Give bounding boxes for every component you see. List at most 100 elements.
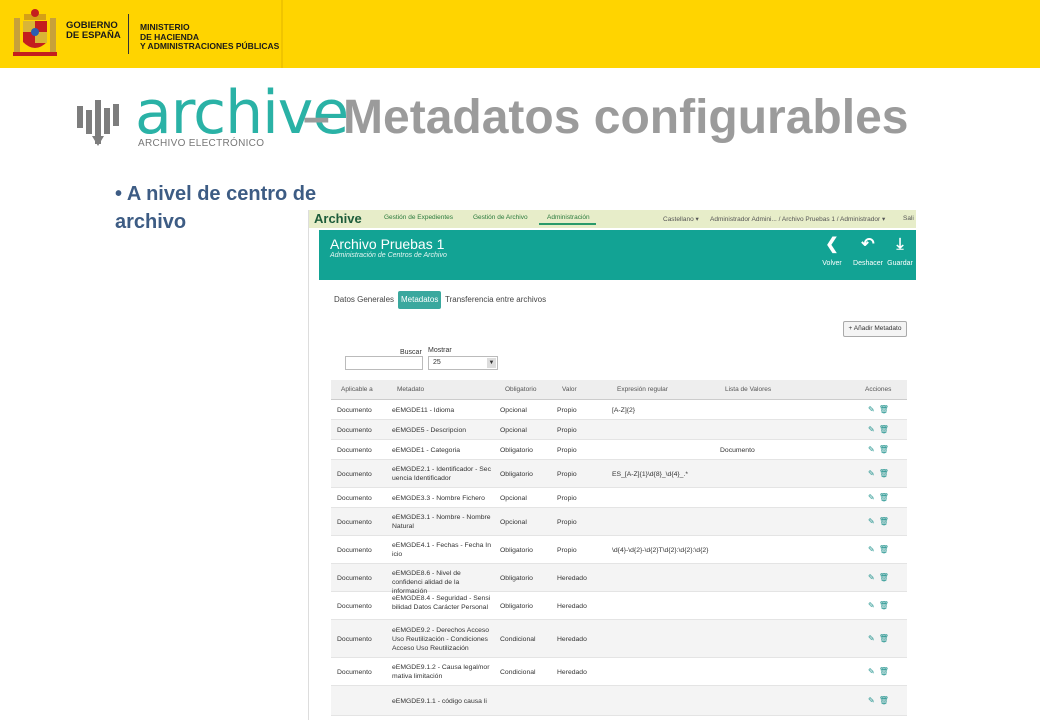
row-actions: ✎ 🗑 <box>868 425 889 435</box>
cell-val: Propio <box>557 426 577 434</box>
trash-icon[interactable]: 🗑 <box>879 667 889 676</box>
language-selector[interactable]: Castellano ▾ <box>663 215 699 223</box>
save-button[interactable]: ⤓ Guardar <box>885 236 915 267</box>
edit-pencil-icon[interactable]: ✎ <box>868 445 875 454</box>
tab-transferencia[interactable]: Transferencia entre archivos <box>442 291 549 309</box>
edit-pencil-icon[interactable]: ✎ <box>868 545 875 554</box>
edit-pencil-icon[interactable]: ✎ <box>868 634 875 643</box>
cell-met: eEMGDE9.1.1 - código causa li <box>392 697 487 705</box>
col-valor[interactable]: Valor <box>562 386 577 393</box>
edit-pencil-icon[interactable]: ✎ <box>868 405 875 414</box>
gobierno-line-2: DE ESPAÑA <box>66 30 121 41</box>
back-button-label: Volver <box>822 260 842 267</box>
cell-met: eEMGDE8.4 - Seguridad - Sensi bilidad Da… <box>392 595 491 611</box>
col-lista[interactable]: Lista de Valores <box>725 386 771 393</box>
row-actions: ✎ 🗑 <box>868 601 889 611</box>
cell-apl: Documento <box>337 574 372 582</box>
add-metadata-button[interactable]: + Añadir Metadato <box>843 321 907 337</box>
table-body: Documento eEMGDE11 - Idioma Opcional Propio… <box>331 400 907 716</box>
slide: GOBIERNO DE ESPAÑA MINISTERIO DE HACIEND… <box>0 0 1040 720</box>
cell-met: eEMGDE4.1 - Fechas - Fecha In icio <box>392 542 491 558</box>
edit-pencil-icon[interactable]: ✎ <box>868 469 875 478</box>
edit-pencil-icon[interactable]: ✎ <box>868 425 875 434</box>
col-metadato[interactable]: Metadato <box>397 386 424 393</box>
col-expresion[interactable]: Expresión regular <box>617 386 668 393</box>
trash-icon[interactable]: 🗑 <box>879 517 889 526</box>
row-actions: ✎ 🗑 <box>868 445 889 455</box>
trash-icon[interactable]: 🗑 <box>879 469 889 478</box>
cell-obl: Obligatorio <box>500 574 533 582</box>
page-header: Archivo Pruebas 1 Administración de Cent… <box>319 230 916 280</box>
cell-apl: Documento <box>337 546 372 554</box>
col-aplicable[interactable]: Aplicable a <box>341 386 373 393</box>
user-context-menu[interactable]: Administrador Admini... / Archivo Prueba… <box>710 215 885 223</box>
nav-gestion-archivo[interactable]: Gestión de Archivo <box>473 214 528 221</box>
cell-apl: Documento <box>337 602 372 610</box>
col-acciones: Acciones <box>865 386 892 393</box>
cell-apl: Documento <box>337 494 372 502</box>
table-row: Documento eEMGDE9.1.2 - Causa legal/nor m… <box>331 658 907 686</box>
col-obligatorio[interactable]: Obligatorio <box>505 386 536 393</box>
trash-icon[interactable]: 🗑 <box>879 696 889 705</box>
save-icon: ⤓ <box>896 236 904 253</box>
undo-icon: ↶ <box>861 236 875 253</box>
cell-val: Heredado <box>557 574 587 582</box>
app-screenshot: Archive Gestión de Expedientes Gestión d… <box>308 210 916 720</box>
cell-obl: Obligatorio <box>500 602 533 610</box>
row-actions: ✎ 🗑 <box>868 545 889 555</box>
table-row: Documento eEMGDE8.4 - Seguridad - Sensi b… <box>331 592 907 620</box>
edit-pencil-icon[interactable]: ✎ <box>868 696 875 705</box>
exit-link[interactable]: Sali <box>903 215 914 222</box>
cell-obl: Condicional <box>500 668 536 676</box>
trash-icon[interactable]: 🗑 <box>879 405 889 414</box>
row-actions: ✎ 🗑 <box>868 493 889 503</box>
coat-of-arms-icon <box>13 9 57 56</box>
table-row: eEMGDE9.1.1 - código causa li ✎ 🗑 <box>331 686 907 716</box>
undo-button[interactable]: ↶ Deshacer <box>853 236 883 267</box>
government-logo-block: GOBIERNO DE ESPAÑA MINISTERIO DE HACIEND… <box>0 0 283 68</box>
table-row: Documento eEMGDE11 - Idioma Opcional Propio… <box>331 400 907 420</box>
edit-pencil-icon[interactable]: ✎ <box>868 517 875 526</box>
row-actions: ✎ 🗑 <box>868 634 889 644</box>
tab-datos-generales[interactable]: Datos Generales <box>331 291 397 309</box>
trash-icon[interactable]: 🗑 <box>879 493 889 502</box>
row-actions: ✎ 🗑 <box>868 405 889 415</box>
nav-administracion[interactable]: Administración <box>547 214 590 221</box>
tab-metadatos[interactable]: Metadatos <box>398 291 442 309</box>
edit-pencil-icon[interactable]: ✎ <box>868 573 875 582</box>
edit-pencil-icon[interactable]: ✎ <box>868 493 875 502</box>
cell-apl: Documento <box>337 668 372 676</box>
trash-icon[interactable]: 🗑 <box>879 634 889 643</box>
edit-pencil-icon[interactable]: ✎ <box>868 667 875 676</box>
archive-logo-subtitle: ARCHIVO ELECTRÓNICO <box>138 138 265 149</box>
slide-title: – Metadatos configurables <box>303 91 909 144</box>
trash-icon[interactable]: 🗑 <box>879 601 889 610</box>
chevron-down-icon: ▼ <box>487 358 496 368</box>
ministerio-label: MINISTERIO DE HACIENDA Y ADMINISTRACIONE… <box>140 22 280 52</box>
cell-met: eEMGDE5 - Descripcion <box>392 426 467 434</box>
cell-obl: Obligatorio <box>500 546 533 554</box>
trash-icon[interactable]: 🗑 <box>879 573 889 582</box>
cell-apl: Documento <box>337 426 372 434</box>
cell-met: eEMGDE9.1.2 - Causa legal/nor mativa lim… <box>392 664 490 680</box>
cell-val: Propio <box>557 406 577 414</box>
app-brand[interactable]: Archive <box>314 211 362 226</box>
search-input[interactable] <box>345 356 423 370</box>
cell-exp: ES_[A-Z]{1}\d{8}_\d{4}_.* <box>612 470 688 478</box>
table-row: Documento eEMGDE3.1 - Nombre - Nombre Nat… <box>331 508 907 536</box>
ministerio-line-3: Y ADMINISTRACIONES PÚBLICAS <box>140 41 280 51</box>
table-row: Documento eEMGDE1 - Categoria Obligatorio P… <box>331 440 907 460</box>
cell-met: eEMGDE3.1 - Nombre - Nombre Natural <box>392 514 491 530</box>
back-button[interactable]: ❮ Volver <box>817 236 847 267</box>
trash-icon[interactable]: 🗑 <box>879 445 889 454</box>
cell-apl: Documento <box>337 518 372 526</box>
nav-gestion-expedientes[interactable]: Gestión de Expedientes <box>384 214 453 221</box>
cell-obl: Obligatorio <box>500 446 533 454</box>
page-size-select[interactable]: 25 ▼ <box>428 356 498 370</box>
trash-icon[interactable]: 🗑 <box>879 425 889 434</box>
edit-pencil-icon[interactable]: ✎ <box>868 601 875 610</box>
table-header: Aplicable a Metadato Obligatorio Valor E… <box>331 380 907 400</box>
trash-icon[interactable]: 🗑 <box>879 545 889 554</box>
cell-val: Heredado <box>557 602 587 610</box>
table-row: Documento eEMGDE4.1 - Fechas - Fecha In i… <box>331 536 907 564</box>
